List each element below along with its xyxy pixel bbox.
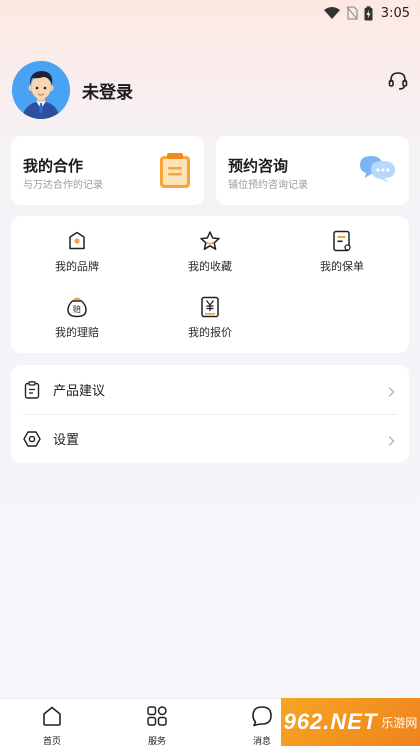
status-bar: 3:05 (0, 0, 420, 26)
chat-bubble-icon (357, 152, 397, 192)
wifi-icon (323, 7, 340, 19)
service-grid: 我的品牌 我的收藏 我的保单 赔 我的理赔 我的报价 (11, 216, 409, 353)
tab-label: 首页 (42, 737, 61, 746)
site-watermark: 962.NET 乐游网 (281, 698, 420, 746)
grid-item-my-brand[interactable]: 我的品牌 (27, 230, 127, 280)
my-cooperation-card[interactable]: 我的合作 与万达合作的记录 (11, 136, 204, 205)
grid-label: 我的理赔 (55, 326, 99, 339)
card-subtitle: 与万达合作的记录 (23, 180, 103, 191)
headset-icon[interactable] (385, 68, 411, 94)
chevron-right-icon (387, 432, 395, 451)
list-item-label: 设置 (53, 433, 80, 448)
no-sim-icon (346, 6, 358, 20)
list-item-product-feedback[interactable]: 产品建议 (11, 365, 409, 414)
grid-label: 我的保单 (320, 260, 364, 273)
settings-icon (23, 430, 41, 448)
avatar[interactable] (12, 61, 70, 119)
settings-list: 产品建议 设置 (11, 365, 409, 463)
quote-yen-icon (199, 296, 221, 318)
chevron-right-icon (387, 383, 395, 402)
grid-label: 我的收藏 (188, 260, 232, 273)
grid-item-my-policy[interactable]: 我的保单 (292, 230, 392, 280)
tab-label: 服务 (147, 737, 166, 746)
policy-doc-icon (331, 230, 353, 252)
battery-charging-icon (364, 5, 373, 21)
notepad-icon (158, 152, 192, 194)
watermark-subtext: 乐游网 (381, 715, 418, 730)
tab-services[interactable]: 服务 (127, 705, 187, 746)
claim-bag-icon: 赔 (66, 296, 88, 318)
brand-tag-icon (66, 230, 88, 252)
list-item-settings[interactable]: 设置 (11, 414, 409, 463)
card-title: 我的合作 (23, 157, 84, 175)
clipboard-icon (23, 380, 41, 399)
watermark-text: 962.NET (283, 709, 378, 734)
grid-label: 我的品牌 (55, 260, 99, 273)
card-title: 预约咨询 (228, 157, 289, 175)
grid-item-my-quote[interactable]: 我的报价 (160, 296, 260, 346)
card-subtitle: 铺位预约咨询记录 (228, 180, 308, 191)
list-item-label: 产品建议 (53, 384, 106, 399)
home-icon (41, 705, 63, 731)
tab-label: 消息 (252, 737, 271, 746)
appointment-card[interactable]: 预约咨询 铺位预约咨询记录 (216, 136, 409, 205)
star-icon (199, 230, 221, 252)
profile-header[interactable]: 未登录 (12, 61, 133, 119)
status-time: 3:05 (380, 5, 410, 21)
message-icon (251, 705, 273, 731)
login-status[interactable]: 未登录 (82, 78, 133, 103)
svg-text:赔: 赔 (73, 304, 81, 314)
tab-home[interactable]: 首页 (22, 705, 82, 746)
grid-label: 我的报价 (188, 326, 232, 339)
grid-item-my-favorites[interactable]: 我的收藏 (160, 230, 260, 280)
grid-item-my-claims[interactable]: 赔 我的理赔 (27, 296, 127, 346)
services-grid-icon (146, 705, 168, 731)
